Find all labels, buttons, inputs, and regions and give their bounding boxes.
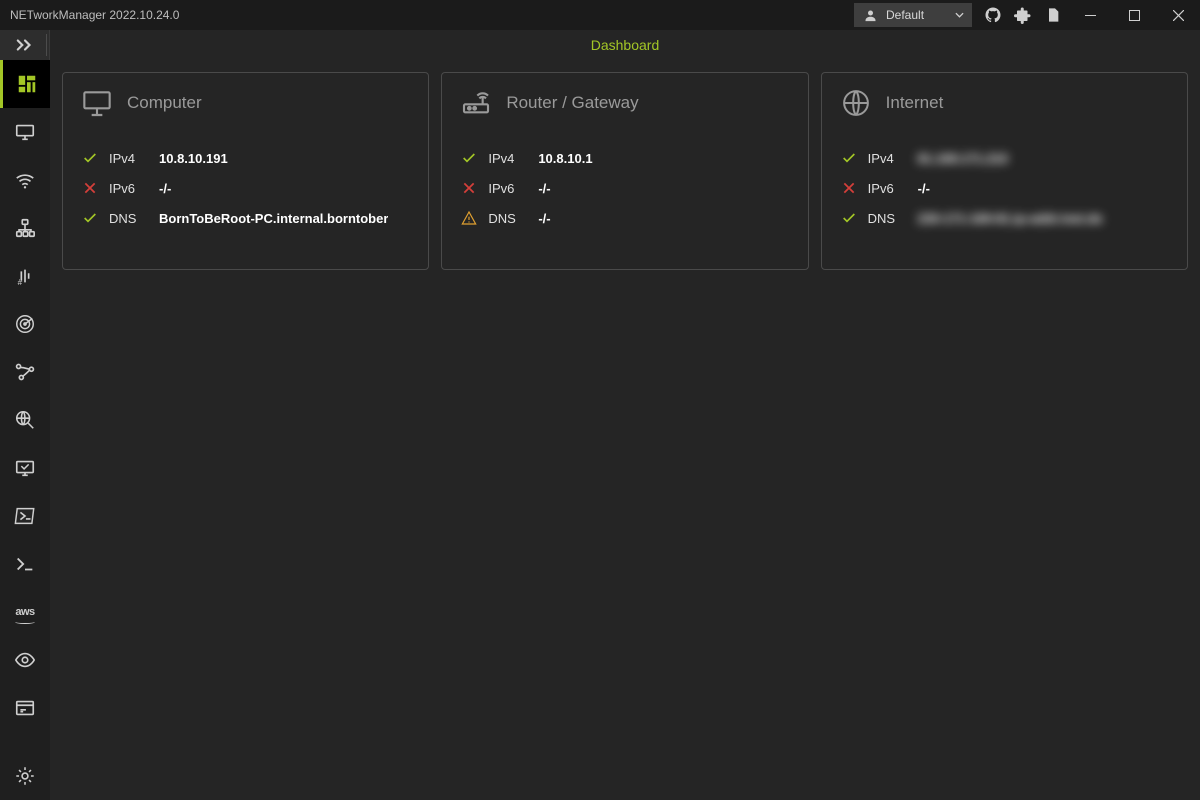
port-scanner-icon: # bbox=[14, 265, 36, 287]
sidebar-item-network-interface[interactable] bbox=[0, 108, 50, 156]
traceroute-icon bbox=[14, 361, 36, 383]
internet-ipv6-value: -/- bbox=[918, 181, 930, 196]
computer-ipv6-value: -/- bbox=[159, 181, 171, 196]
internet-ipv4-row: IPv4 81.169.171.210 bbox=[840, 143, 1169, 173]
network-interface-icon bbox=[14, 121, 36, 143]
titlebar: NETworkManager 2022.10.24.0 Default bbox=[0, 0, 1200, 30]
check-icon bbox=[840, 210, 858, 226]
remote-desktop-icon bbox=[14, 457, 36, 479]
router-ipv4-value: 10.8.10.1 bbox=[538, 151, 592, 166]
card-router-title: Router / Gateway bbox=[506, 93, 638, 113]
docs-button[interactable] bbox=[1038, 0, 1068, 30]
check-icon bbox=[460, 150, 478, 166]
search-globe-icon bbox=[14, 409, 36, 431]
cross-icon bbox=[460, 181, 478, 195]
powershell-icon bbox=[14, 505, 36, 527]
sidebar-item-tightvnc[interactable] bbox=[0, 636, 50, 684]
internet-ipv6-row: IPv6 -/- bbox=[840, 173, 1169, 203]
globe-icon bbox=[840, 87, 872, 119]
computer-dns-row: DNS BornToBeRoot-PC.internal.borntober bbox=[81, 203, 410, 233]
computer-dns-value: BornToBeRoot-PC.internal.borntober bbox=[159, 211, 388, 226]
router-dns-row: DNS -/- bbox=[460, 203, 789, 233]
extensions-button[interactable] bbox=[1008, 0, 1038, 30]
sidebar-item-powershell[interactable] bbox=[0, 492, 50, 540]
window-close-button[interactable] bbox=[1156, 0, 1200, 30]
sidebar-item-dashboard[interactable] bbox=[0, 60, 50, 108]
check-icon bbox=[81, 150, 99, 166]
computer-icon bbox=[81, 87, 113, 119]
dashboard-content: Computer IPv4 10.8.10.191 IPv6 -/- DNS B… bbox=[50, 60, 1200, 800]
sidebar-expand-button[interactable] bbox=[0, 30, 50, 60]
sidebar-item-remote-desktop[interactable] bbox=[0, 444, 50, 492]
warning-icon bbox=[460, 210, 478, 226]
internet-dns-value: 230-171-169-81.ip-addr.inet.de bbox=[918, 211, 1103, 226]
chevron-down-icon bbox=[955, 12, 964, 18]
sidebar-item-putty[interactable] bbox=[0, 540, 50, 588]
computer-ipv6-row: IPv6 -/- bbox=[81, 173, 410, 203]
card-internet-title: Internet bbox=[886, 93, 944, 113]
computer-ipv4-row: IPv4 10.8.10.191 bbox=[81, 143, 410, 173]
profile-dropdown[interactable]: Default bbox=[854, 3, 972, 27]
terminal-icon bbox=[14, 553, 36, 575]
tabbar: Dashboard bbox=[50, 30, 1200, 60]
router-ipv6-row: IPv6 -/- bbox=[460, 173, 789, 203]
sidebar-item-web-console[interactable] bbox=[0, 684, 50, 732]
tab-title: Dashboard bbox=[591, 37, 660, 53]
router-ipv4-row: IPv4 10.8.10.1 bbox=[460, 143, 789, 173]
radar-icon bbox=[14, 313, 36, 335]
sidebar-item-aws[interactable]: aws bbox=[0, 588, 50, 636]
app-title: NETworkManager 2022.10.24.0 bbox=[10, 8, 179, 22]
internet-ipv4-value: 81.169.171.210 bbox=[918, 151, 1008, 166]
sidebar: # aws bbox=[0, 60, 50, 800]
router-dns-value: -/- bbox=[538, 211, 550, 226]
ip-scanner-icon bbox=[14, 217, 36, 239]
aws-icon: aws bbox=[15, 606, 34, 618]
sidebar-item-ip-scanner[interactable] bbox=[0, 204, 50, 252]
router-icon bbox=[460, 87, 492, 119]
cross-icon bbox=[81, 181, 99, 195]
card-internet: Internet IPv4 81.169.171.210 IPv6 -/- DN… bbox=[821, 72, 1188, 270]
window-maximize-button[interactable] bbox=[1112, 0, 1156, 30]
sidebar-item-port-scanner[interactable]: # bbox=[0, 252, 50, 300]
dashboard-icon bbox=[16, 73, 38, 95]
sidebar-item-ping-monitor[interactable] bbox=[0, 300, 50, 348]
profile-label: Default bbox=[886, 8, 947, 22]
sidebar-item-traceroute[interactable] bbox=[0, 348, 50, 396]
computer-ipv4-value: 10.8.10.191 bbox=[159, 151, 228, 166]
github-button[interactable] bbox=[978, 0, 1008, 30]
window-minimize-button[interactable] bbox=[1068, 0, 1112, 30]
sidebar-item-dns-lookup[interactable] bbox=[0, 396, 50, 444]
card-computer-title: Computer bbox=[127, 93, 202, 113]
sidebar-item-wifi[interactable] bbox=[0, 156, 50, 204]
svg-text:#: # bbox=[18, 278, 23, 287]
sidebar-item-settings[interactable] bbox=[0, 752, 50, 800]
divider bbox=[46, 34, 47, 56]
check-icon bbox=[81, 210, 99, 226]
gear-icon bbox=[14, 765, 36, 787]
check-icon bbox=[840, 150, 858, 166]
router-ipv6-value: -/- bbox=[538, 181, 550, 196]
web-console-icon bbox=[14, 697, 36, 719]
card-router: Router / Gateway IPv4 10.8.10.1 IPv6 -/-… bbox=[441, 72, 808, 270]
cross-icon bbox=[840, 181, 858, 195]
internet-dns-row: DNS 230-171-169-81.ip-addr.inet.de bbox=[840, 203, 1169, 233]
user-icon bbox=[862, 7, 878, 23]
card-computer: Computer IPv4 10.8.10.191 IPv6 -/- DNS B… bbox=[62, 72, 429, 270]
wifi-icon bbox=[14, 169, 36, 191]
eye-icon bbox=[14, 649, 36, 671]
